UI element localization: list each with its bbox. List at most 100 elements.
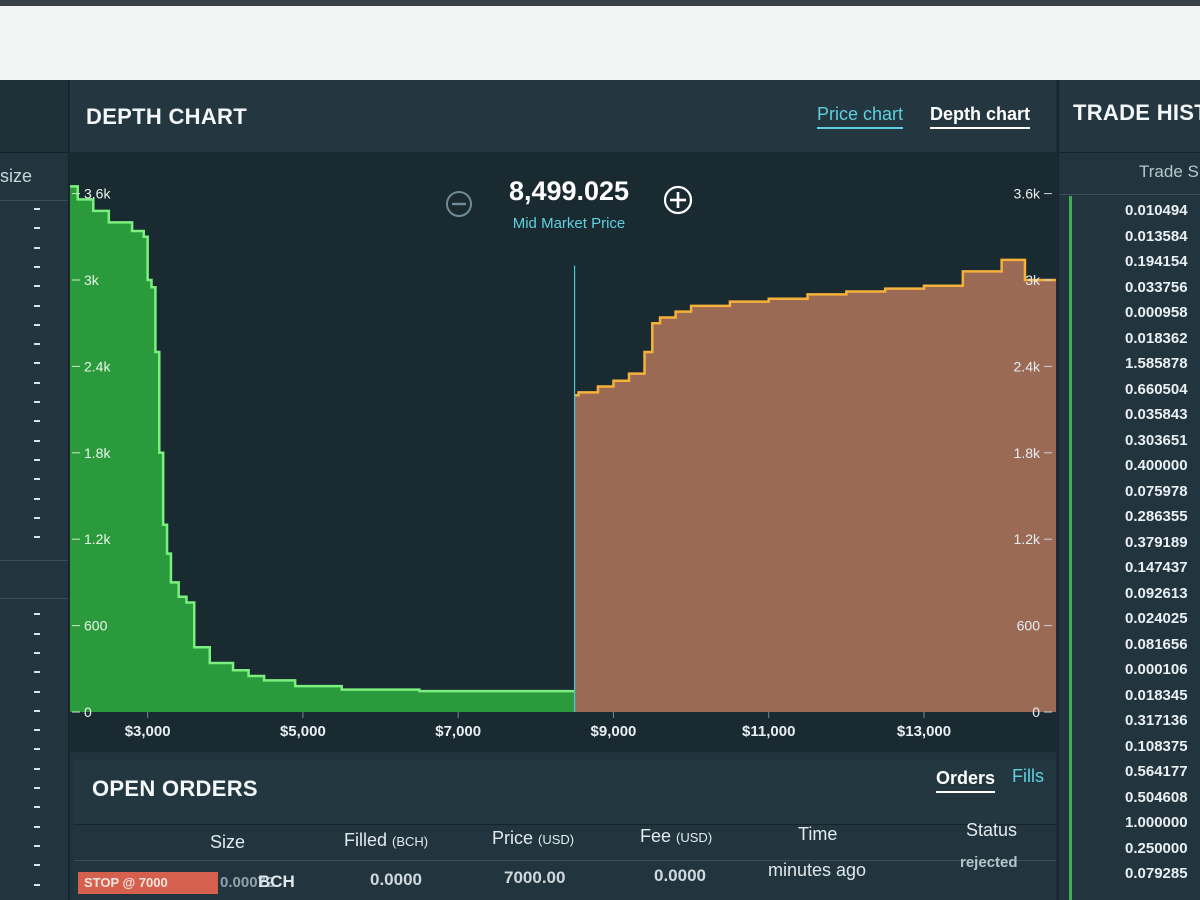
size-placeholder-dash <box>34 362 40 365</box>
asks-area <box>574 259 1056 712</box>
y-axis-right-tick-label: 3k <box>1025 272 1041 288</box>
size-placeholder-dash <box>34 381 40 384</box>
size-placeholder-dash <box>34 748 40 751</box>
size-placeholder-dash <box>34 227 40 230</box>
size-placeholder-dash <box>34 864 40 867</box>
tab-fills[interactable]: Fills <box>1012 766 1044 787</box>
depth-chart-svg: $3,000 $5,000 $7,000 $9,000 $11,000 $13,000 0… <box>70 176 1056 740</box>
trade-size-value: 0.147437 <box>1125 559 1188 576</box>
order-fee: 0.0000 <box>654 866 706 885</box>
trade-size-value: 0.000958 <box>1125 304 1188 321</box>
y-axis-right-tick-label: 2.4k <box>1014 358 1041 374</box>
trade-size-value: 0.035843 <box>1125 406 1188 423</box>
trade-size-value: 0.194154 <box>1125 253 1188 270</box>
size-placeholder-dash <box>34 690 40 693</box>
trade-size-value: 0.075978 <box>1125 482 1188 500</box>
open-orders-header: OPEN ORDERS Orders Fills <box>74 760 1056 825</box>
column-header-size: Size <box>210 832 246 852</box>
trade-size-value: 0.400000 <box>1125 457 1188 474</box>
trade-size-value: 0.018362 <box>1125 329 1188 347</box>
order-time: minutes ago <box>768 860 867 880</box>
size-placeholder-dash <box>34 787 40 789</box>
size-placeholder-dash <box>34 825 40 828</box>
size-placeholder-dash <box>34 401 40 403</box>
size-placeholder-dash <box>34 729 40 732</box>
window-top-edge <box>0 0 1200 6</box>
depth-chart-title: DEPTH CHART <box>86 104 247 129</box>
size-placeholder-dash <box>34 613 40 616</box>
trade-size-value: 0.108375 <box>1125 737 1188 755</box>
depth-chart-canvas: $3,000 $5,000 $7,000 $9,000 $11,000 $13,000 0… <box>70 152 1056 752</box>
y-axis-right-tick-label: 3.6k <box>1014 186 1041 202</box>
y-axis-left-tick-label: 2.4k <box>84 358 111 374</box>
depth-chart-panel: DEPTH CHART Price chart Depth chart $3,0… <box>70 80 1056 900</box>
trade-size-value: 0.660504 <box>1125 380 1188 398</box>
size-placeholder-dash <box>34 632 40 635</box>
size-placeholder-dash <box>34 516 40 519</box>
size-placeholder-dash <box>34 323 40 326</box>
size-placeholder-dash <box>34 844 40 847</box>
size-placeholder-dash <box>34 478 40 481</box>
order-status: rejected <box>960 854 1018 871</box>
trade-history-panel: TRADE HIST Trade S 0.010494 0.013584 0.194… <box>1058 80 1200 900</box>
y-axis-right-tick-label: 1.8k <box>1014 445 1041 461</box>
trade-size-value: 0.504608 <box>1125 788 1188 806</box>
tab-price-chart[interactable]: Price chart <box>817 104 904 129</box>
trade-side-indicator <box>1069 196 1072 900</box>
order-book-size-header: size <box>0 166 33 186</box>
trade-size-value: 0.018345 <box>1125 686 1188 704</box>
tab-orders[interactable]: Orders <box>936 768 996 793</box>
bids-area <box>70 186 575 712</box>
monitor-bezel-top <box>0 0 1200 80</box>
y-axis-right-tick-label: 600 <box>1017 618 1041 634</box>
size-placeholder-dash <box>34 343 40 346</box>
divider <box>0 598 68 599</box>
zoom-in-button[interactable] <box>663 185 693 215</box>
zoom-out-button[interactable] <box>446 191 472 217</box>
y-axis-left-tick-label: 600 <box>84 618 108 634</box>
trade-size-value: 0.379189 <box>1125 533 1188 551</box>
trade-size-value: 0.010494 <box>1125 202 1188 219</box>
column-header-filled: Filled (BCH) <box>344 830 429 850</box>
trade-size-value: 0.013584 <box>1125 227 1188 245</box>
order-book-panel: size <box>0 80 69 900</box>
trade-history-header: TRADE HIST <box>1059 80 1200 153</box>
trade-size-value: 0.286355 <box>1125 508 1188 525</box>
size-placeholder-dash <box>34 420 40 423</box>
tab-depth-chart[interactable]: Depth chart <box>930 104 1031 129</box>
size-placeholder-dash <box>34 536 40 539</box>
order-size-unit: BCH <box>258 872 295 891</box>
y-axis-left-tick-label: 3.6k <box>84 186 111 202</box>
depth-chart-header: DEPTH CHART Price chart Depth chart <box>70 80 1056 153</box>
size-placeholder-dash <box>34 651 40 654</box>
header-divider <box>74 860 1056 861</box>
divider <box>0 560 68 561</box>
size-placeholder-dash <box>34 265 40 268</box>
size-placeholder-dash <box>34 246 40 249</box>
y-axis-left-tick-label: 3k <box>84 272 100 288</box>
open-orders-panel: OPEN ORDERS Orders Fills Size Filled (BC… <box>74 760 1056 900</box>
size-placeholder-dash <box>34 208 40 210</box>
trade-history-title: TRADE HIST <box>1073 100 1200 125</box>
trade-size-value: 0.250000 <box>1125 839 1188 857</box>
order-price: 7000.00 <box>504 868 566 887</box>
x-axis-tick-label: $7,000 <box>435 723 481 740</box>
y-axis-left-tick-label: 0 <box>84 704 92 720</box>
trade-size-value: 1.000000 <box>1125 814 1188 831</box>
size-placeholder-dash <box>34 767 40 770</box>
x-axis-tick-label: $3,000 <box>125 723 171 740</box>
open-orders-title: OPEN ORDERS <box>92 776 258 801</box>
trade-size-value: 0.079285 <box>1125 865 1188 882</box>
size-placeholder-dash <box>34 497 40 500</box>
column-header-status: Status <box>966 820 1018 840</box>
divider <box>0 200 68 201</box>
mid-market-price-label: Mid Market Price <box>513 215 626 232</box>
trade-size-value: 0.081656 <box>1125 635 1188 653</box>
size-placeholder-dash <box>34 439 40 442</box>
y-axis-left-tick-label: 1.8k <box>84 445 111 461</box>
size-placeholder-dash <box>34 806 40 809</box>
size-placeholder-dash <box>34 709 40 712</box>
x-axis-tick-label: $13,000 <box>897 723 951 740</box>
trade-size-value: 0.033756 <box>1125 278 1188 296</box>
size-placeholder-dash <box>34 671 40 674</box>
